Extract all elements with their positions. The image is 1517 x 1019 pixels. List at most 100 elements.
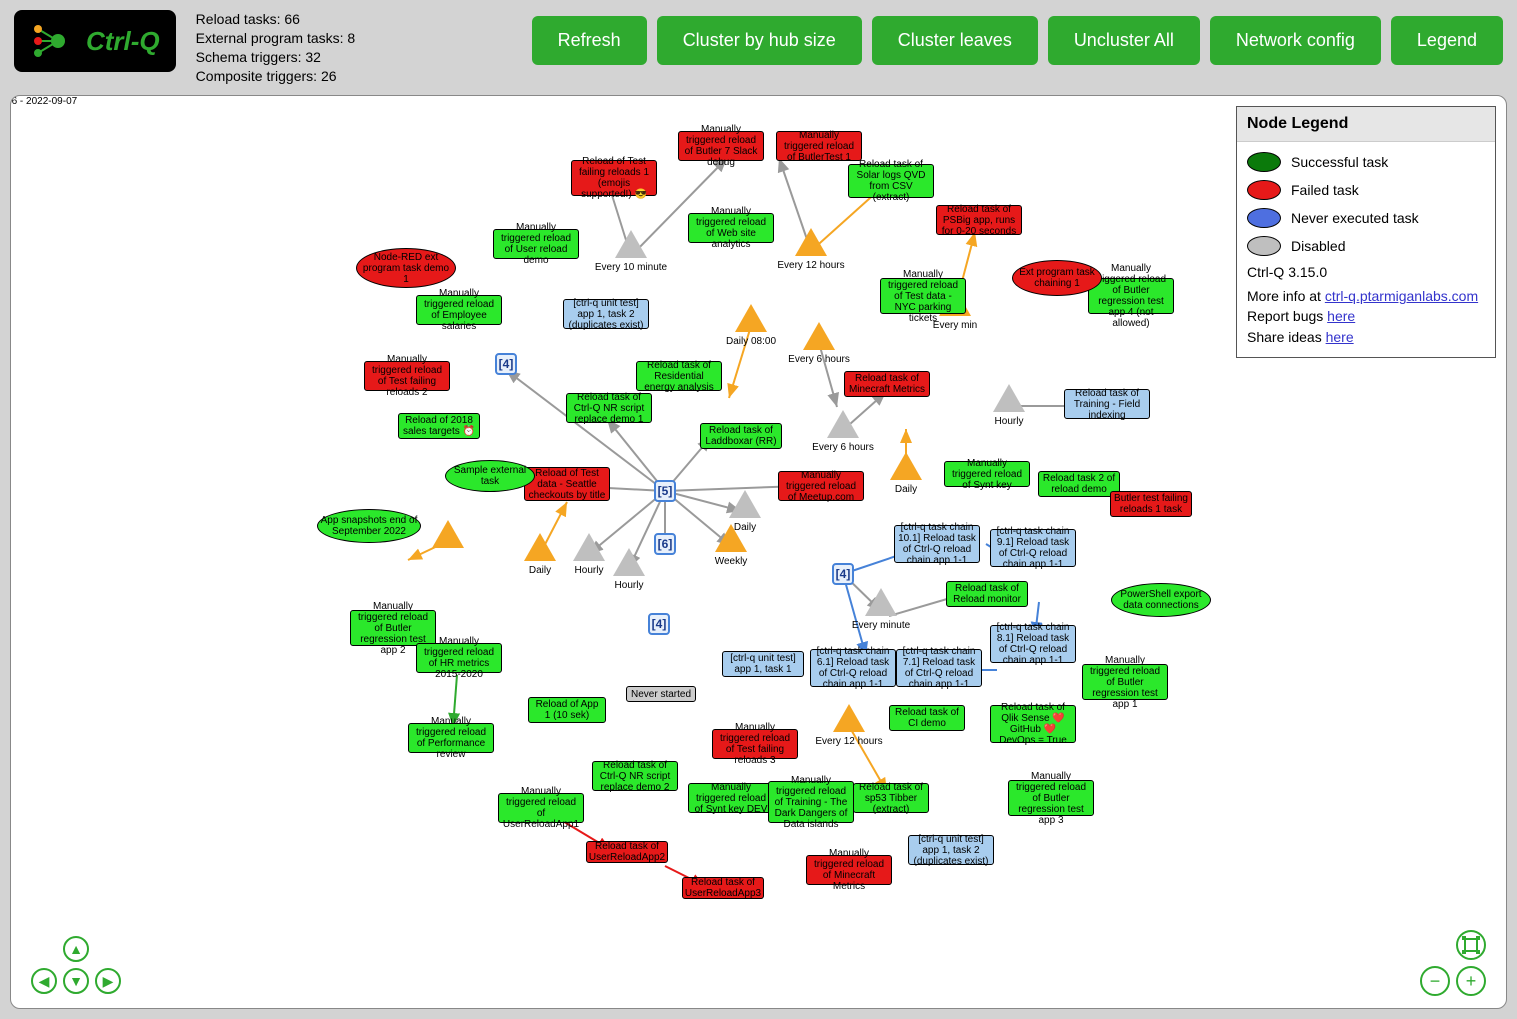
- trigger-icon[interactable]: [615, 230, 647, 258]
- task-node[interactable]: [ctrl-q task chain 7.1] Reload task of C…: [896, 649, 982, 687]
- cluster-node[interactable]: [6]: [654, 533, 676, 555]
- task-node[interactable]: Reload task of Reload monitor: [946, 581, 1028, 607]
- task-node[interactable]: Reload task 2 of reload demo: [1038, 471, 1120, 497]
- ext-task-node[interactable]: Sample external task: [445, 460, 535, 492]
- task-node[interactable]: Manually triggered reload of Training - …: [768, 781, 854, 823]
- task-node[interactable]: Manually triggered reload of Butler regr…: [1008, 780, 1094, 816]
- legend-version: Ctrl-Q 3.15.0: [1247, 264, 1485, 280]
- task-node[interactable]: Reload of App 1 (10 sek): [528, 697, 606, 723]
- legend-report-link[interactable]: here: [1327, 308, 1355, 324]
- trigger-icon[interactable]: [613, 548, 645, 576]
- legend-share-link[interactable]: here: [1326, 329, 1354, 345]
- cluster-node[interactable]: [4]: [495, 353, 517, 375]
- task-node[interactable]: Manually triggered reload of Synt key: [944, 461, 1030, 487]
- task-node[interactable]: Manually triggered reload of Butler regr…: [1082, 664, 1168, 700]
- zoom-in-button[interactable]: +: [1456, 966, 1486, 996]
- network-canvas[interactable]: Every 10 minute Every 12 hours Every min…: [10, 95, 1507, 1009]
- task-node[interactable]: [ctrl-q task chain 10.1] Reload task of …: [894, 525, 980, 563]
- trigger-label: Daily: [529, 565, 551, 576]
- ext-task-node[interactable]: App snapshots end of September 2022: [317, 509, 421, 543]
- task-node[interactable]: Reload of 2018 sales targets ⏰: [398, 413, 480, 439]
- task-node[interactable]: Reload task of Laddboxar (RR): [700, 423, 782, 449]
- task-node[interactable]: Reload task of UserReloadApp3: [682, 877, 764, 899]
- task-node[interactable]: [ctrl-q unit test] app 1, task 1: [722, 651, 804, 677]
- ext-task-node[interactable]: Ext program task chaining 1: [1012, 260, 1102, 296]
- trigger-label: Weekly: [715, 556, 748, 567]
- task-node[interactable]: Manually triggered reload of Synt key DE…: [688, 783, 774, 813]
- task-node[interactable]: Manually triggered reload of Meetup.com: [778, 471, 864, 501]
- cluster-node[interactable]: [4]: [648, 613, 670, 635]
- task-node[interactable]: [ctrl-q task chain 8.1] Reload task of C…: [990, 625, 1076, 663]
- legend-share-prefix: Share ideas: [1247, 329, 1326, 345]
- trigger-icon[interactable]: [803, 322, 835, 350]
- task-node[interactable]: Manually triggered reload of HR metrics …: [416, 643, 502, 673]
- task-node[interactable]: Reload task of Residential energy analys…: [636, 361, 722, 391]
- trigger-icon[interactable]: [865, 588, 897, 616]
- task-node[interactable]: Manually triggered reload of Test data -…: [880, 278, 966, 314]
- task-node[interactable]: Manually triggered reload of User reload…: [493, 229, 579, 259]
- cluster-hub-button[interactable]: Cluster by hub size: [657, 16, 862, 65]
- task-node[interactable]: Reload task of PSBig app, runs for 0-20 …: [936, 205, 1022, 235]
- task-node[interactable]: [ctrl-q task chain 9.1] Reload task of C…: [990, 529, 1076, 567]
- trigger-icon[interactable]: [524, 533, 556, 561]
- pan-down-button[interactable]: ▼: [63, 968, 89, 994]
- task-node[interactable]: Reload task of Ctrl-Q NR script replace …: [566, 393, 652, 423]
- task-node[interactable]: Reload task of UserReloadApp2: [586, 841, 668, 863]
- task-node[interactable]: Reload task of Solar logs QVD from CSV (…: [848, 164, 934, 198]
- trigger-icon[interactable]: [833, 704, 865, 732]
- cluster-node[interactable]: [4]: [832, 563, 854, 585]
- trigger-icon[interactable]: [729, 490, 761, 518]
- task-node[interactable]: Manually triggered reload of UserReloadA…: [498, 793, 584, 823]
- zoom-controls: − +: [1420, 930, 1486, 996]
- trigger-icon[interactable]: [735, 304, 767, 332]
- trigger-label: Every 6 hours: [788, 354, 850, 365]
- cluster-node[interactable]: [5]: [654, 480, 676, 502]
- ext-task-node[interactable]: Node-RED ext program task demo 1: [356, 248, 456, 288]
- task-node[interactable]: [ctrl-q unit test] app 1, task 2 (duplic…: [563, 299, 649, 329]
- trigger-icon[interactable]: [573, 533, 605, 561]
- task-node[interactable]: Reload task of Qlik Sense ❤️ GitHub ❤️ D…: [990, 705, 1076, 743]
- task-node[interactable]: Manually triggered reload of Performance…: [408, 723, 494, 753]
- cluster-leaves-button[interactable]: Cluster leaves: [872, 16, 1038, 65]
- task-node[interactable]: Reload task of sp53 Tibber (extract): [853, 783, 929, 813]
- trigger-icon[interactable]: [993, 384, 1025, 412]
- refresh-button[interactable]: Refresh: [532, 16, 647, 65]
- task-node[interactable]: Manually triggered reload of Web site an…: [688, 213, 774, 243]
- trigger-label[interactable]: Never started: [626, 686, 696, 702]
- task-node[interactable]: Manually triggered reload of Minecraft M…: [806, 855, 892, 885]
- task-node[interactable]: Reload of Test data - Seattle checkouts …: [524, 467, 610, 501]
- task-node[interactable]: Manually triggered reload of Employee sa…: [416, 295, 502, 325]
- pan-right-button[interactable]: ▶: [95, 968, 121, 994]
- pan-up-button[interactable]: ▲: [63, 936, 89, 962]
- task-node[interactable]: Reload task of Training - Field indexing: [1064, 389, 1150, 419]
- task-node[interactable]: [ctrl-q unit test] app 1, task 2 (duplic…: [908, 835, 994, 865]
- task-node[interactable]: Reload task of Minecraft Metrics: [844, 371, 930, 397]
- legend-label: Successful task: [1291, 154, 1388, 170]
- task-node[interactable]: [ctrl-q task chain 6.1] Reload task of C…: [810, 649, 896, 687]
- legend-button[interactable]: Legend: [1391, 16, 1503, 65]
- task-node[interactable]: Butler test failing reloads 1 task: [1110, 491, 1192, 517]
- task-node[interactable]: Manually triggered reload of ButlerTest …: [776, 131, 862, 161]
- trigger-icon[interactable]: [432, 520, 464, 548]
- stat-composite: Composite triggers: 26: [196, 67, 356, 86]
- trigger-icon[interactable]: [827, 410, 859, 438]
- legend-moreinfo-link[interactable]: ctrl-q.ptarmiganlabs.com: [1325, 288, 1478, 304]
- task-node[interactable]: Manually triggered reload of Butler regr…: [1088, 278, 1174, 314]
- zoom-fit-button[interactable]: [1456, 930, 1486, 960]
- ext-task-node[interactable]: PowerShell export data connections: [1111, 583, 1211, 617]
- ellipse-icon: [1247, 208, 1281, 228]
- task-node[interactable]: Reload task of Ctrl-Q NR script replace …: [592, 761, 678, 791]
- network-config-button[interactable]: Network config: [1210, 16, 1381, 65]
- task-node[interactable]: Manually triggered reload of Test failin…: [364, 361, 450, 391]
- task-node[interactable]: Manually triggered reload of Test failin…: [712, 729, 798, 759]
- pan-left-button[interactable]: ◀: [31, 968, 57, 994]
- trigger-icon[interactable]: [890, 452, 922, 480]
- task-node[interactable]: Reload task of CI demo: [889, 705, 965, 731]
- legend-links: More info at ctrl-q.ptarmiganlabs.com Re…: [1247, 286, 1485, 347]
- task-node[interactable]: Reload of Test failing reloads 1 (emojis…: [571, 160, 657, 196]
- ellipse-icon: [1247, 236, 1281, 256]
- task-node[interactable]: Manually triggered reload of Butler 7 Sl…: [678, 131, 764, 161]
- uncluster-button[interactable]: Uncluster All: [1048, 16, 1200, 65]
- trigger-icon[interactable]: [795, 228, 827, 256]
- zoom-out-button[interactable]: −: [1420, 966, 1450, 996]
